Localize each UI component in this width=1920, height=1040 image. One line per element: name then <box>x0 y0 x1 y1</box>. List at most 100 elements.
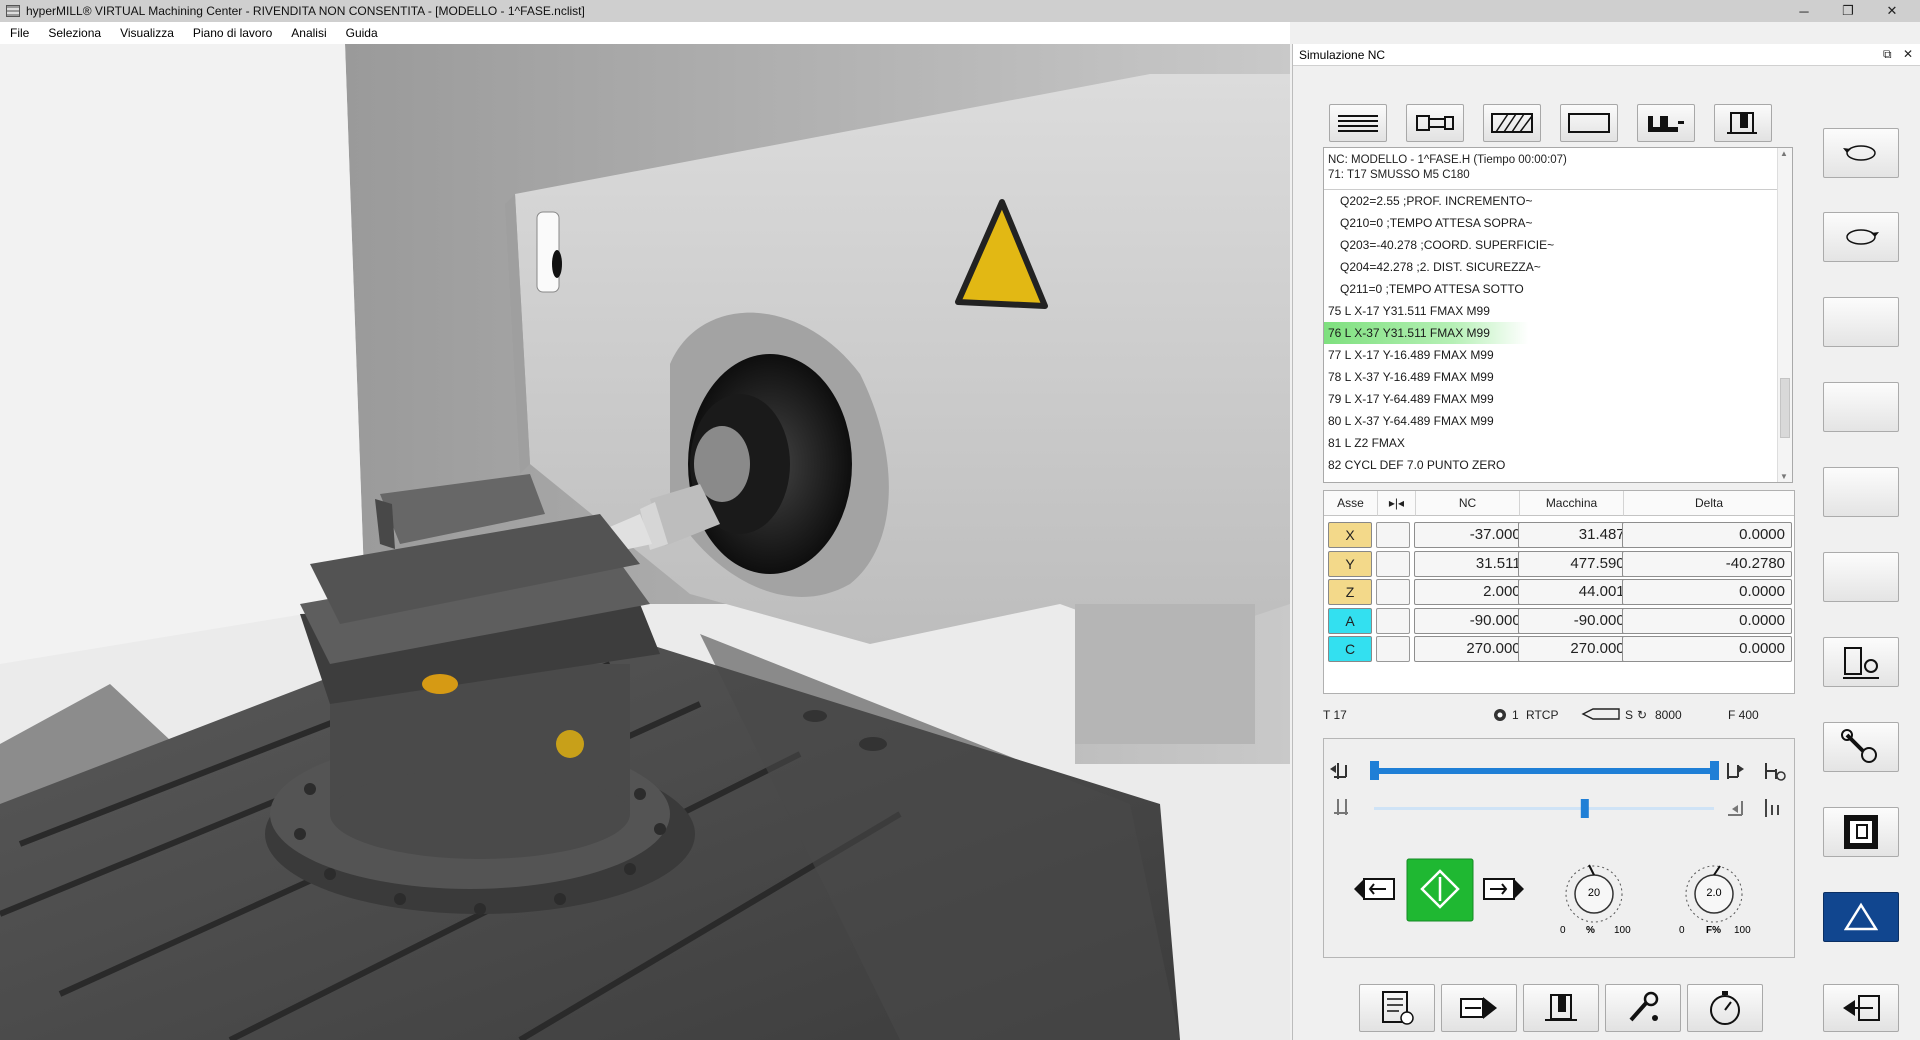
nc-line[interactable]: Q204=42.278 ;2. DIST. SICUREZZA~ <box>1324 256 1792 278</box>
list-lines-icon <box>1338 115 1378 132</box>
rtcp-label: RTCP <box>1526 708 1559 722</box>
nc-line[interactable]: 78 L X-37 Y-16.489 FMAX M99 <box>1324 366 1792 388</box>
step-end-icon[interactable] <box>1765 763 1786 781</box>
axis-sync-box[interactable] <box>1376 636 1410 662</box>
tool-settings-button[interactable] <box>1823 722 1899 772</box>
fast-icon[interactable] <box>1728 801 1743 816</box>
empty-button-2[interactable] <box>1823 382 1899 432</box>
menu-analisi[interactable]: Analisi <box>291 26 326 40</box>
menu-visualizza[interactable]: Visualizza <box>120 26 174 40</box>
col-header-macchina: Macchina <box>1520 491 1624 516</box>
scroll-down-icon[interactable]: ▼ <box>1780 472 1788 481</box>
title-bar: hyperMILL® VIRTUAL Machining Center - RI… <box>0 0 1920 22</box>
nc-line[interactable]: Q202=2.55 ;PROF. INCREMENTO~ <box>1324 190 1792 212</box>
hatched-stock-icon <box>1491 113 1533 133</box>
reset-icon <box>1844 815 1878 849</box>
marker-icon[interactable] <box>1765 799 1779 817</box>
next-step-button[interactable] <box>1441 984 1517 1032</box>
empty-button-1[interactable] <box>1823 297 1899 347</box>
tool-view-button[interactable] <box>1406 104 1464 142</box>
menu-guida[interactable]: Guida <box>346 26 378 40</box>
menu-piano-di-lavoro[interactable]: Piano di lavoro <box>193 26 272 40</box>
nc-program-list[interactable]: NC: MODELLO - 1^FASE.H (Tiempo 00:00:07)… <box>1323 147 1793 483</box>
dial2-value: 2.0 <box>1706 887 1722 899</box>
menu-seleziona[interactable]: Seleziona <box>48 26 101 40</box>
window-title: hyperMILL® VIRTUAL Machining Center - RI… <box>26 4 585 18</box>
report-button[interactable] <box>1359 984 1435 1032</box>
axis-sync-box[interactable] <box>1376 550 1410 577</box>
arrow-right-icon <box>1460 997 1497 1019</box>
empty-button-3[interactable] <box>1823 467 1899 517</box>
machine-settings-button[interactable] <box>1823 637 1899 687</box>
panel-header: Simulazione NC ⧉ ✕ <box>1293 44 1920 66</box>
scroll-up-icon[interactable]: ▲ <box>1780 149 1788 158</box>
axis-delta-value: -40.2780 <box>1622 550 1792 577</box>
nc-line[interactable]: 77 L X-17 Y-16.489 FMAX M99 <box>1324 344 1792 366</box>
nc-line[interactable]: Q210=0 ;TEMPO ATTESA SOPRA~ <box>1324 212 1792 234</box>
axis-sync-box[interactable] <box>1376 579 1410 605</box>
fixture-view-button[interactable] <box>1637 104 1695 142</box>
close-button[interactable]: ✕ <box>1870 0 1914 22</box>
nc-list-scrollbar[interactable]: ▲ ▼ <box>1777 148 1792 482</box>
step-forward-icon[interactable] <box>1727 763 1744 779</box>
step-back-transport-icon[interactable] <box>1354 878 1395 900</box>
spindle-label: S <box>1625 708 1634 722</box>
nc-line[interactable]: Q203=-40.278 ;COORD. SUPERFICIE~ <box>1324 234 1792 256</box>
restore-button[interactable]: ❐ <box>1826 0 1870 22</box>
nc-line[interactable]: 82 CYCL DEF 7.0 PUNTO ZERO <box>1324 454 1792 476</box>
rotate-view-button[interactable] <box>1823 128 1899 178</box>
minimize-button[interactable]: ─ <box>1782 0 1826 22</box>
dial1-unit: % <box>1586 925 1595 936</box>
nc-line[interactable]: Q211=0 ;TEMPO ATTESA SOTTO <box>1324 278 1792 300</box>
view-list-button[interactable] <box>1329 104 1387 142</box>
axis-label-z: Z <box>1328 579 1372 605</box>
nc-line[interactable]: 81 L Z2 FMAX <box>1324 432 1792 454</box>
speed-track[interactable] <box>1374 807 1714 810</box>
tool-wrench-button[interactable] <box>1605 984 1681 1032</box>
col-header-sync: ▸|◂ <box>1378 491 1416 516</box>
scrollbar-thumb[interactable] <box>1780 378 1790 438</box>
reset-button[interactable] <box>1823 807 1899 857</box>
menu-file[interactable]: File <box>10 26 29 40</box>
nc-program-name: NC: MODELLO - 1^FASE.H (Tiempo 00:00:07) <box>1328 154 1567 166</box>
speed-thumb[interactable] <box>1580 799 1589 818</box>
panel-close-button[interactable]: ✕ <box>1903 47 1913 61</box>
rotate-view-2-button[interactable] <box>1823 212 1899 262</box>
report-icon <box>1382 991 1414 1025</box>
slow-icon[interactable] <box>1334 799 1348 815</box>
nc-line[interactable]: 75 L X-17 Y31.511 FMAX M99 <box>1324 300 1792 322</box>
machine-icon <box>1545 994 1577 1021</box>
tool-shape-icon <box>1581 708 1621 723</box>
empty-button-4[interactable] <box>1823 552 1899 602</box>
plane-icon <box>1493 708 1507 725</box>
blank-view-button[interactable] <box>1560 104 1618 142</box>
machine-view-button[interactable] <box>1714 104 1772 142</box>
step-forward-transport-icon[interactable] <box>1483 878 1524 900</box>
axis-sync-box[interactable] <box>1376 607 1410 634</box>
axes-table: Asse ▸|◂ NC Macchina Delta X -37.0000 31.4… <box>1323 490 1795 694</box>
nc-tool-line: 71: T17 SMUSSO M5 C180 <box>1328 169 1470 181</box>
nc-line[interactable]: 80 L X-37 Y-64.489 FMAX M99 <box>1324 410 1792 432</box>
nc-line-current[interactable]: 76 L X-37 Y31.511 FMAX M99 <box>1324 322 1539 344</box>
axis-sync-box[interactable] <box>1376 522 1410 548</box>
nc-line[interactable]: 79 L X-17 Y-64.489 FMAX M99 <box>1324 388 1792 410</box>
axis-delta-value: 0.0000 <box>1622 522 1792 548</box>
3d-viewport[interactable] <box>0 44 1290 1040</box>
progress-start-marker[interactable] <box>1370 761 1379 780</box>
exit-arrow-icon <box>1843 995 1880 1021</box>
dial1-value: 20 <box>1587 887 1601 899</box>
spindle-speed: 8000 <box>1655 708 1682 722</box>
warning-triangle-icon <box>1844 902 1878 931</box>
machine-icon <box>1727 112 1757 134</box>
timer-button[interactable] <box>1687 984 1763 1032</box>
dial2-min: 0 <box>1679 925 1685 936</box>
axis-delta-value: 0.0000 <box>1622 607 1792 634</box>
machine-button[interactable] <box>1523 984 1599 1032</box>
step-back-icon[interactable] <box>1330 763 1347 779</box>
stock-view-button[interactable] <box>1483 104 1541 142</box>
wrench-gear-icon <box>1841 729 1877 763</box>
progress-thumb[interactable] <box>1710 761 1719 780</box>
panel-float-button[interactable]: ⧉ <box>1883 47 1892 62</box>
exit-button[interactable] <box>1823 984 1899 1032</box>
warning-button[interactable] <box>1823 892 1899 942</box>
